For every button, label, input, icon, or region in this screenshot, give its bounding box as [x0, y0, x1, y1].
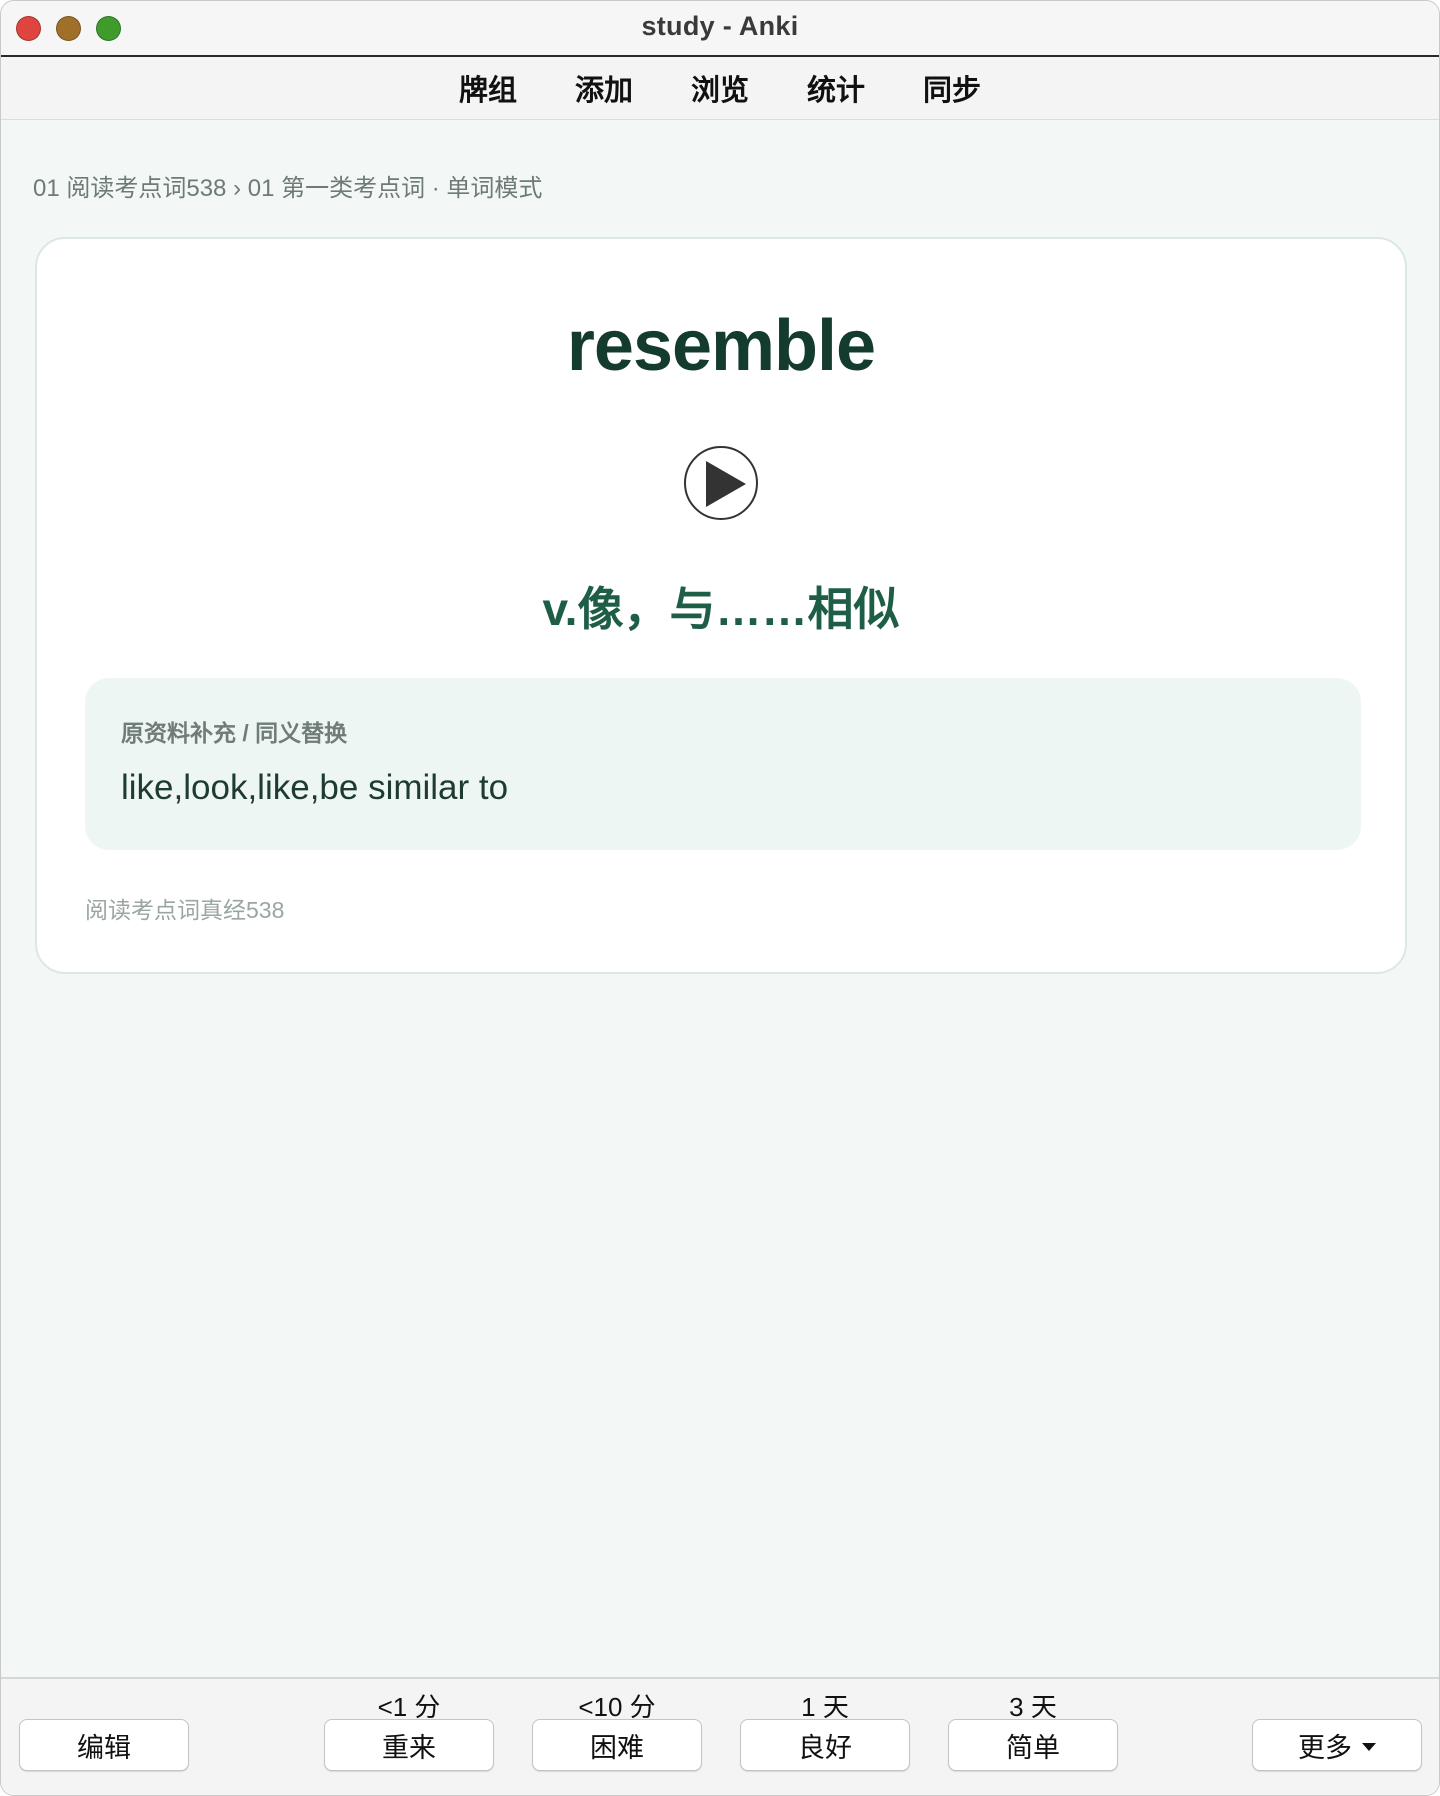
play-icon	[706, 461, 746, 507]
menu-item-sync[interactable]: 同步	[894, 67, 1010, 109]
more-button[interactable]: 更多	[1252, 1719, 1422, 1771]
again-button-label: 重来	[382, 1732, 436, 1763]
easy-button-label: 简单	[1006, 1732, 1060, 1763]
hard-button-label: 困难	[590, 1732, 644, 1763]
title-bar: study - Anki	[1, 1, 1439, 57]
bottom-bar: 编辑 <1 分 重来 <10 分 困难 1 天 良好 3 天 简单 更多	[1, 1677, 1439, 1795]
card-word: resemble	[566, 306, 876, 386]
card-meaning: v.像，与……相似	[542, 583, 900, 635]
menu-item-stats[interactable]: 统计	[778, 67, 894, 109]
chevron-down-icon	[1362, 1743, 1376, 1751]
menu-item-add[interactable]: 添加	[546, 67, 662, 109]
flashcard: resemble v.像，与……相似 原资料补充 / 同义替换 like,loo…	[35, 237, 1407, 974]
edit-button[interactable]: 编辑	[19, 1719, 189, 1771]
menu-item-decks[interactable]: 牌组	[430, 67, 546, 109]
card-source: 阅读考点词真经538	[85, 897, 285, 923]
hard-button[interactable]: 困难	[532, 1719, 702, 1771]
good-button[interactable]: 良好	[740, 1719, 910, 1771]
note-box: 原资料补充 / 同义替换 like,look,like,be similar t…	[85, 678, 1361, 850]
menu-item-browse[interactable]: 浏览	[662, 67, 778, 109]
good-button-label: 良好	[798, 1732, 852, 1763]
top-menu: 牌组 添加 浏览 统计 同步	[1, 57, 1439, 120]
note-text: like,look,like,be similar to	[121, 768, 509, 807]
easy-button[interactable]: 简单	[948, 1719, 1118, 1771]
edit-button-label: 编辑	[77, 1732, 131, 1763]
again-button[interactable]: 重来	[324, 1719, 494, 1771]
play-audio-button[interactable]	[684, 446, 758, 520]
breadcrumb: 01 阅读考点词538 › 01 第一类考点词 · 单词模式	[33, 175, 543, 202]
note-label: 原资料补充 / 同义替换	[121, 720, 348, 746]
anki-window: study - Anki 牌组 添加 浏览 统计 同步 01 阅读考点词538 …	[0, 0, 1440, 1796]
window-title: study - Anki	[641, 11, 799, 41]
more-button-label: 更多	[1298, 1732, 1352, 1763]
